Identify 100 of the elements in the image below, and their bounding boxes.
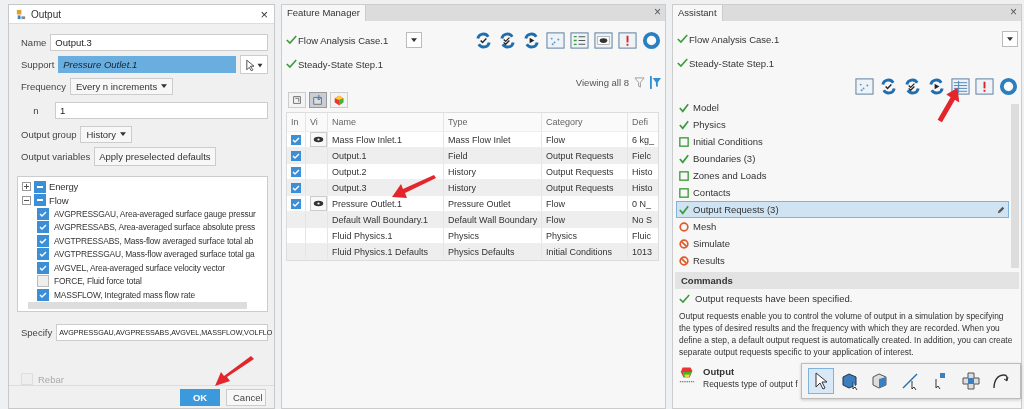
table-cell: Initial Conditions — [542, 244, 628, 259]
sync-play-icon[interactable] — [927, 77, 946, 96]
pointer-icon[interactable] — [808, 368, 834, 394]
description-text: Output requests enable you to control the volume of output in a simulation by specifying the types of desired results and the frequency with which they are recorded. When you define a step, a default output request is automatically created. In addition, you can create separate output requests specific to your application of interest. — [679, 310, 1014, 358]
table-cell: Output Requests — [542, 148, 628, 163]
name-field[interactable]: Output.3 — [50, 34, 268, 51]
selection-dropdown[interactable] — [240, 55, 268, 74]
analysis-case-label[interactable]: Flow Analysis Case.1 — [689, 33, 780, 45]
variable-checkbox[interactable] — [37, 261, 49, 274]
tree-group-label[interactable]: Energy — [49, 181, 79, 193]
command-title[interactable]: Output — [703, 366, 798, 377]
variable-label[interactable]: AVGPRESSGAU, Area-averaged surface gauge pressur — [54, 208, 256, 219]
step-label[interactable]: Steady-State Step.1 — [298, 58, 384, 70]
visibility-toggle[interactable] — [310, 196, 327, 211]
workflow-step[interactable]: Initial Conditions — [676, 133, 1009, 150]
viewing-count: Viewing all 8 — [575, 76, 629, 88]
expand-icon[interactable] — [22, 182, 31, 192]
apply-defaults-button[interactable]: Apply preselected defaults — [94, 147, 216, 166]
variable-label[interactable]: AVGTPRESSABS, Mass-flow averaged surface total ab — [54, 235, 254, 246]
sync-play-icon[interactable] — [522, 30, 541, 50]
scrollbar[interactable] — [28, 301, 247, 309]
n-field[interactable]: 1 — [55, 102, 268, 119]
variable-label[interactable]: FORCE, Fluid force total — [54, 276, 142, 287]
workflow-step[interactable]: Boundaries (3) — [676, 150, 1009, 167]
variable-checkbox[interactable] — [37, 275, 49, 288]
group-checkbox[interactable] — [34, 180, 46, 193]
filter-active-icon[interactable] — [650, 75, 661, 89]
no-entry-icon — [679, 255, 689, 266]
workflow-step[interactable]: Contacts — [676, 184, 1009, 201]
analysis-case-label[interactable]: Flow Analysis Case.1 — [298, 34, 389, 46]
case-dropdown[interactable] — [1002, 31, 1018, 47]
close-button[interactable]: × — [260, 6, 268, 22]
variable-label[interactable]: MASSFLOW, Integrated mass flow rate — [54, 289, 195, 300]
sync-double-check-icon[interactable] — [498, 30, 517, 50]
close-button[interactable]: × — [1006, 5, 1021, 21]
variable-label[interactable]: AVGVEL, Area-averaged surface velocity vector — [54, 262, 225, 273]
pencil-icon[interactable] — [997, 205, 1005, 214]
workflow-step[interactable]: Model — [676, 99, 1009, 116]
close-button[interactable]: × — [650, 5, 665, 21]
column-header[interactable]: Name — [328, 113, 444, 131]
variable-checkbox[interactable] — [37, 248, 49, 261]
color-view-tab[interactable] — [330, 92, 348, 108]
table-cell: Output Requests — [542, 180, 628, 195]
tree-group-label[interactable]: Flow — [49, 194, 69, 206]
sync-check-icon[interactable] — [474, 30, 493, 50]
include-checkbox[interactable] — [291, 182, 301, 193]
sync-check-icon[interactable] — [879, 77, 898, 96]
variable-label[interactable]: AVGPRESSABS, Area-averaged surface absolute press — [54, 222, 256, 233]
column-header[interactable]: In — [287, 113, 306, 131]
dotted-grid-icon[interactable] — [546, 30, 565, 50]
eye-icon[interactable] — [594, 30, 613, 50]
part-view-tab[interactable] — [288, 92, 306, 108]
table-cell: Mass Flow Inlet.1 — [328, 132, 444, 147]
variable-checkbox[interactable] — [37, 234, 49, 247]
column-header[interactable]: Type — [444, 113, 542, 131]
alert-icon[interactable] — [975, 77, 994, 96]
check-icon — [679, 204, 689, 215]
variable-label[interactable]: AVGTPRESSGAU, Mass-flow averaged surface total ga — [54, 249, 255, 260]
table-cell-text: Fluic — [631, 229, 652, 243]
table-cell: Fluid Physics.1 — [328, 228, 444, 243]
output-group-dropdown[interactable]: History — [80, 126, 133, 143]
dotted-grid-icon[interactable] — [855, 77, 874, 96]
support-field[interactable]: Pressure Outlet.1 — [58, 56, 236, 73]
workflow-step[interactable]: Physics — [676, 116, 1009, 133]
step-label[interactable]: Steady-State Step.1 — [689, 57, 775, 69]
column-header[interactable]: Defi — [628, 113, 658, 131]
checklist-icon[interactable] — [570, 30, 589, 50]
variable-checkbox[interactable] — [37, 221, 49, 234]
panel-tab[interactable]: Assistant — [673, 5, 723, 21]
group-checkbox[interactable] — [34, 194, 46, 207]
visibility-toggle[interactable] — [310, 132, 327, 147]
column-header[interactable]: Category — [542, 113, 628, 131]
workflow-step[interactable]: Simulate — [676, 235, 1009, 252]
collapse-icon[interactable] — [22, 195, 31, 205]
include-checkbox[interactable] — [291, 134, 301, 145]
workflow-step[interactable]: Results — [676, 252, 1009, 269]
feature-view-tab[interactable] — [309, 92, 327, 108]
include-checkbox[interactable] — [291, 150, 301, 161]
caret-icon — [1007, 36, 1013, 42]
ring-icon[interactable] — [999, 77, 1018, 96]
case-dropdown[interactable] — [406, 32, 423, 48]
sync-double-check-icon[interactable] — [903, 77, 922, 96]
workflow-step[interactable]: Mesh — [676, 218, 1009, 235]
alert-icon[interactable] — [618, 30, 637, 50]
variable-checkbox[interactable] — [37, 288, 49, 301]
frequency-dropdown[interactable]: Every n increments — [69, 78, 174, 95]
include-checkbox[interactable] — [291, 166, 301, 177]
variable-checkbox[interactable] — [37, 207, 49, 220]
filter-icon[interactable] — [634, 76, 645, 88]
workflow-step[interactable]: Zones and Loads — [676, 167, 1009, 184]
panel-tab[interactable]: Feature Manager — [282, 5, 366, 21]
include-checkbox[interactable] — [291, 198, 301, 209]
workflow-step[interactable]: Output Requests (3) — [676, 201, 1009, 218]
ring-icon[interactable] — [642, 30, 661, 50]
column-header[interactable]: Vi — [306, 113, 328, 131]
scrollbar[interactable] — [1011, 104, 1019, 268]
field-label: Frequency — [21, 81, 66, 92]
output-command-icon[interactable] — [679, 366, 695, 385]
cancel-button[interactable]: Cancel — [226, 388, 266, 406]
table-cell: Flow — [542, 196, 628, 211]
